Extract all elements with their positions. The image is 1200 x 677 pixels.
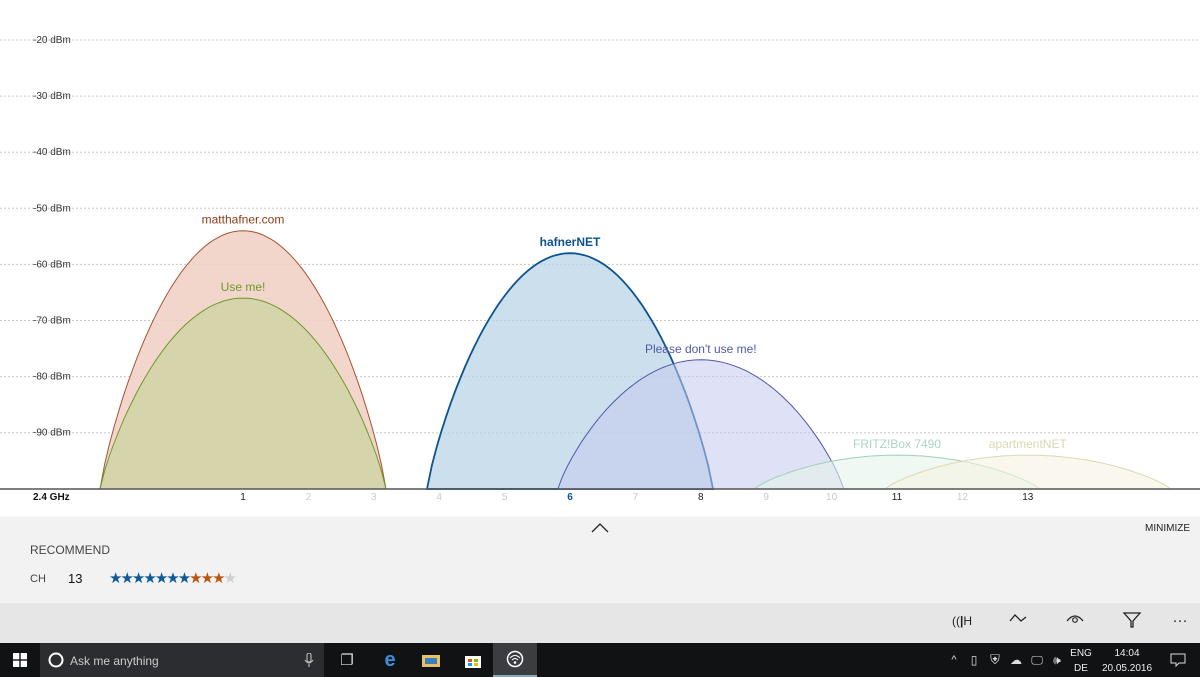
recommend-heading: RECOMMEND (30, 543, 110, 557)
channel-graph: -20 dBm -30 dBm -40 dBm -50 dBm -60 dBm -70 d… (0, 35, 1200, 503)
keyboard-layout: DE (1074, 663, 1088, 674)
rating-star-icon: ★ (109, 570, 123, 587)
rating-star-icon: ★ (223, 570, 238, 587)
cortana-search-box[interactable]: Ask me anything (40, 643, 324, 677)
app-command-bar: ((|H ··· (0, 603, 1200, 643)
network-icon[interactable]: 🖵 (1026, 643, 1048, 677)
rating-star-icon: ★ (154, 570, 169, 587)
y-tick-label: -80 dBm (33, 372, 71, 383)
graph-view-button[interactable] (1003, 611, 1033, 635)
windows-start-icon[interactable] (0, 643, 40, 677)
language-code: ENG (1070, 648, 1092, 659)
wave-icon (1009, 614, 1027, 622)
channel-tick-label: 8 (698, 492, 704, 503)
y-tick-label: -20 dBm (33, 35, 71, 46)
visibility-button[interactable] (1060, 611, 1090, 635)
cortana-icon (48, 652, 64, 668)
rating-star-icon: ★ (143, 570, 157, 587)
channel-tick-label: 4 (436, 492, 442, 503)
recommended-channel: 13 (68, 571, 83, 586)
channel-rating: ★★★★★★★★★★★ (109, 569, 238, 587)
expand-chevron-icon[interactable] (590, 521, 610, 537)
taskbar: Ask me anything ❐ e ^ ▯ ⛨ ☁ 🖵 🕪 ENG DE 1… (0, 643, 1200, 677)
network-label: Use me! (221, 280, 266, 294)
rating-star-icon: ★ (200, 570, 215, 587)
channel-tick-label: 7 (633, 492, 639, 503)
minimize-button[interactable]: MINIMIZE (1145, 523, 1190, 534)
onedrive-icon[interactable]: ☁ (1006, 643, 1026, 677)
channel-tick-label: 10 (826, 492, 838, 503)
y-tick-label: -90 dBm (33, 428, 71, 439)
more-button[interactable]: ··· (1165, 612, 1195, 636)
clock-date: 20.05.2016 (1101, 663, 1153, 674)
channel-tick-label: 5 (502, 492, 508, 503)
recommend-panel: MINIMIZE RECOMMEND CH 13 ★★★★★★★★★★★ (0, 517, 1200, 603)
task-view-icon[interactable]: ❐ (325, 643, 369, 677)
channel-tick-label: 11 (892, 492, 903, 503)
rating-star-icon: ★ (166, 570, 180, 587)
y-tick-label: -40 dBm (33, 147, 71, 158)
channel-tick-label: 9 (763, 492, 769, 503)
ch-label: CH (30, 573, 46, 585)
action-center-icon[interactable] (1160, 643, 1196, 677)
clock[interactable]: 14:04 20.05.2016 (1096, 646, 1158, 676)
microphone-icon[interactable] (304, 653, 314, 668)
channel-tick-label: 12 (957, 492, 969, 503)
channel-tick-label: 1 (240, 492, 246, 503)
defender-shield-icon[interactable]: ⛨ (984, 643, 1006, 677)
file-explorer-icon[interactable] (409, 643, 453, 677)
y-tick-label: -70 dBm (33, 316, 71, 327)
eye-icon (1066, 615, 1084, 623)
network-label: apartmentNET (989, 437, 1068, 451)
channel-tick-label: 6 (567, 492, 573, 503)
channel-tick-label: 13 (1022, 492, 1034, 503)
rating-star-icon: ★ (120, 570, 134, 587)
filter-icon (1122, 612, 1142, 628)
y-tick-label: -30 dBm (33, 91, 71, 102)
network-curve-1 (99, 297, 387, 490)
network-label: matthafner.com (202, 213, 285, 227)
rating-star-icon: ★ (212, 570, 226, 587)
search-placeholder: Ask me anything (70, 654, 159, 668)
usb-icon[interactable]: ▯ (964, 643, 984, 677)
show-hidden-icons-chevron[interactable]: ^ (944, 643, 964, 677)
edge-icon[interactable]: e (368, 643, 412, 677)
network-label: hafnerNET (540, 235, 601, 249)
channel-tick-label: 3 (371, 492, 377, 503)
network-label: FRITZ!Box 7490 (853, 437, 941, 451)
rating-star-icon: ★ (177, 570, 192, 587)
store-icon[interactable] (451, 643, 495, 677)
wifi-analyzer-app-icon[interactable] (493, 643, 537, 677)
rating-star-icon: ★ (189, 570, 203, 587)
clock-time: 14:04 (1114, 648, 1140, 659)
network-label: Please don't use me! (645, 342, 757, 356)
y-tick-label: -50 dBm (33, 203, 71, 214)
channel-tick-label: 2 (306, 492, 312, 503)
rating-star-icon: ★ (131, 570, 146, 587)
volume-icon[interactable]: 🕪 (1047, 643, 1067, 677)
input-language[interactable]: ENG DE (1068, 646, 1094, 676)
signal-strength-button[interactable]: ((|H (947, 614, 977, 638)
filter-button[interactable] (1117, 611, 1147, 635)
y-tick-label: -60 dBm (33, 259, 71, 270)
band-label: 2.4 GHz (33, 492, 70, 503)
